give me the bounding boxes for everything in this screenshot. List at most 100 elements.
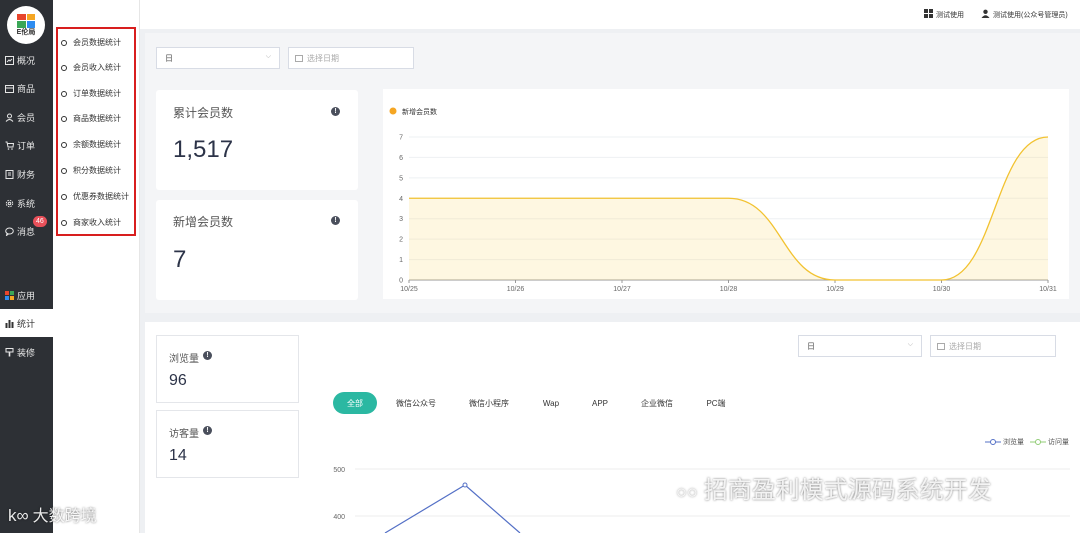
brush-icon xyxy=(4,347,14,357)
date-picker[interactable]: 选择日期 xyxy=(288,47,414,69)
legend-label: 浏览量 xyxy=(1003,439,1024,446)
tab-pc[interactable]: PC端 xyxy=(696,392,736,414)
sidebar-item-orders[interactable]: 订单 xyxy=(0,134,53,156)
sidebar-item-system[interactable]: 系统 xyxy=(0,192,53,214)
sidebar-item-decorate[interactable]: 装修 xyxy=(0,341,53,363)
submenu-item-label: 会员收入统计 xyxy=(73,63,121,72)
visitors-value: 14 xyxy=(169,447,187,464)
legend-line-icon xyxy=(985,439,1001,445)
sidebar-item-label: 财务 xyxy=(17,169,36,180)
legend-marker[interactable] xyxy=(389,107,397,115)
chevron-down-icon: ⌵ xyxy=(907,341,913,348)
views-data-point[interactable] xyxy=(462,482,468,488)
watermark-logo-icon: k∞ xyxy=(8,506,29,525)
circle-bullet-icon xyxy=(61,193,67,200)
statistics-submenu: 会员数据统计 会员收入统计 订单数据统计 商品数据统计 余额数据统计 积分数据统… xyxy=(53,0,140,533)
message-icon xyxy=(4,226,14,236)
sidebar-item-goods[interactable]: 商品 xyxy=(0,77,53,99)
user-menu[interactable]: 测试使用(公众号管理员) xyxy=(981,9,1068,20)
period-select-value: 日 xyxy=(165,53,173,63)
info-icon[interactable]: ! xyxy=(203,351,212,360)
top-header: 测试使用 测试使用(公众号管理员) xyxy=(140,0,1080,29)
sidebar-item-statistics[interactable]: 统计 xyxy=(0,309,53,337)
traffic-legend-visitors[interactable]: 访问量 xyxy=(1030,437,1069,447)
sidebar-item-overview[interactable]: 概况 xyxy=(0,49,53,71)
user-name: 测试使用(公众号管理员) xyxy=(993,11,1068,19)
x-tick-label: 10/25 xyxy=(400,286,418,293)
calendar-icon xyxy=(295,54,303,62)
x-tick-label: 10/31 xyxy=(1039,286,1057,293)
traffic-period-value: 日 xyxy=(807,341,815,351)
info-icon[interactable]: ! xyxy=(331,107,340,116)
y-tick-label: 0 xyxy=(399,278,403,285)
tab-app[interactable]: APP xyxy=(582,392,618,414)
circle-bullet-icon xyxy=(61,167,67,174)
legend-label: 访问量 xyxy=(1048,439,1069,446)
total-members-label: 累计会员数 xyxy=(173,106,234,120)
finance-icon xyxy=(4,169,14,179)
watermark-corner: k∞ 大数跨境 xyxy=(8,502,97,526)
tab-enterprise-wechat[interactable]: 企业微信 xyxy=(633,392,681,414)
total-members-value: 1,517 xyxy=(173,136,234,163)
tab-wap[interactable]: Wap xyxy=(533,392,569,414)
submenu-item-balance-data[interactable]: 余额数据统计 xyxy=(61,139,121,150)
bar-chart-icon xyxy=(4,318,14,328)
info-icon[interactable]: ! xyxy=(203,426,212,435)
watermark-main: ○○ 招商盈利模式源码系统开发 xyxy=(676,470,992,505)
views-label: 浏览量 xyxy=(169,354,199,365)
sidebar-item-label: 订单 xyxy=(17,140,36,151)
sidebar-item-label: 统计 xyxy=(17,318,36,329)
goods-icon xyxy=(4,83,14,93)
views-card: 浏览量 ! 96 xyxy=(156,335,299,403)
sidebar-item-label: 商品 xyxy=(17,83,36,94)
traffic-date-picker[interactable]: 选择日期 xyxy=(930,335,1056,357)
tab-all[interactable]: 全部 xyxy=(333,392,377,414)
y-tick-label: 5 xyxy=(399,175,403,182)
test-use-link[interactable]: 测试使用 xyxy=(924,9,964,20)
traffic-period-select[interactable]: 日 ⌵ xyxy=(798,335,922,357)
logo-mark xyxy=(17,13,35,28)
user-icon xyxy=(981,9,990,20)
circle-bullet-icon xyxy=(61,115,67,122)
new-members-chart-card: 新增会员数 0 1 2 3 4 5 6 7 10/25 10/26 10/27 10/28 10/29 10… xyxy=(383,89,1069,299)
new-members-card: 新增会员数 ! 7 xyxy=(156,200,358,300)
traffic-date-placeholder: 选择日期 xyxy=(949,341,981,351)
x-tick-label: 10/29 xyxy=(826,286,844,293)
x-tick-label: 10/27 xyxy=(613,286,631,293)
logo-text: E伦局 xyxy=(16,28,36,36)
submenu-item-coupon-data[interactable]: 优惠券数据统计 xyxy=(61,191,129,202)
sidebar-item-label: 应用 xyxy=(17,290,36,301)
series-area xyxy=(409,137,1048,280)
sidebar-item-label: 消息 xyxy=(17,226,36,237)
app-logo[interactable]: E伦局 xyxy=(7,6,45,44)
y-tick-label: 3 xyxy=(399,216,403,223)
submenu-item-label: 订单数据统计 xyxy=(73,89,121,98)
sidebar-item-member[interactable]: 会员 xyxy=(0,106,53,128)
sidebar-item-apps[interactable]: 应用 xyxy=(0,284,53,306)
watermark-corner-text: 大数跨境 xyxy=(32,508,97,525)
views-series-line xyxy=(384,484,521,533)
y-tick-label: 400 xyxy=(333,514,345,521)
submenu-item-goods-data[interactable]: 商品数据统计 xyxy=(61,113,121,124)
test-use-label: 测试使用 xyxy=(936,11,964,19)
y-tick-label: 7 xyxy=(399,135,403,142)
member-icon xyxy=(4,112,14,122)
submenu-item-label: 余额数据统计 xyxy=(73,140,121,149)
date-picker-placeholder: 选择日期 xyxy=(307,53,339,63)
submenu-item-member-data[interactable]: 会员数据统计 xyxy=(61,37,121,48)
tab-wechat-official[interactable]: 微信公众号 xyxy=(388,392,444,414)
sidebar-item-finance[interactable]: 财务 xyxy=(0,163,53,185)
submenu-item-order-data[interactable]: 订单数据统计 xyxy=(61,88,121,99)
sidebar-item-label: 系统 xyxy=(17,198,36,209)
new-members-label: 新增会员数 xyxy=(173,215,234,229)
submenu-item-merchant-income[interactable]: 商家收入统计 xyxy=(61,217,121,228)
submenu-item-label: 积分数据统计 xyxy=(73,166,121,175)
traffic-legend-views[interactable]: 浏览量 xyxy=(985,437,1024,447)
submenu-item-points-data[interactable]: 积分数据统计 xyxy=(61,165,121,176)
submenu-item-member-income[interactable]: 会员收入统计 xyxy=(61,62,121,73)
tab-wechat-miniprogram[interactable]: 微信小程序 xyxy=(461,392,517,414)
visitors-card: 访客量 ! 14 xyxy=(156,410,299,478)
legend-label[interactable]: 新增会员数 xyxy=(402,107,437,116)
info-icon[interactable]: ! xyxy=(331,216,340,225)
period-select[interactable]: 日 ⌵ xyxy=(156,47,280,69)
